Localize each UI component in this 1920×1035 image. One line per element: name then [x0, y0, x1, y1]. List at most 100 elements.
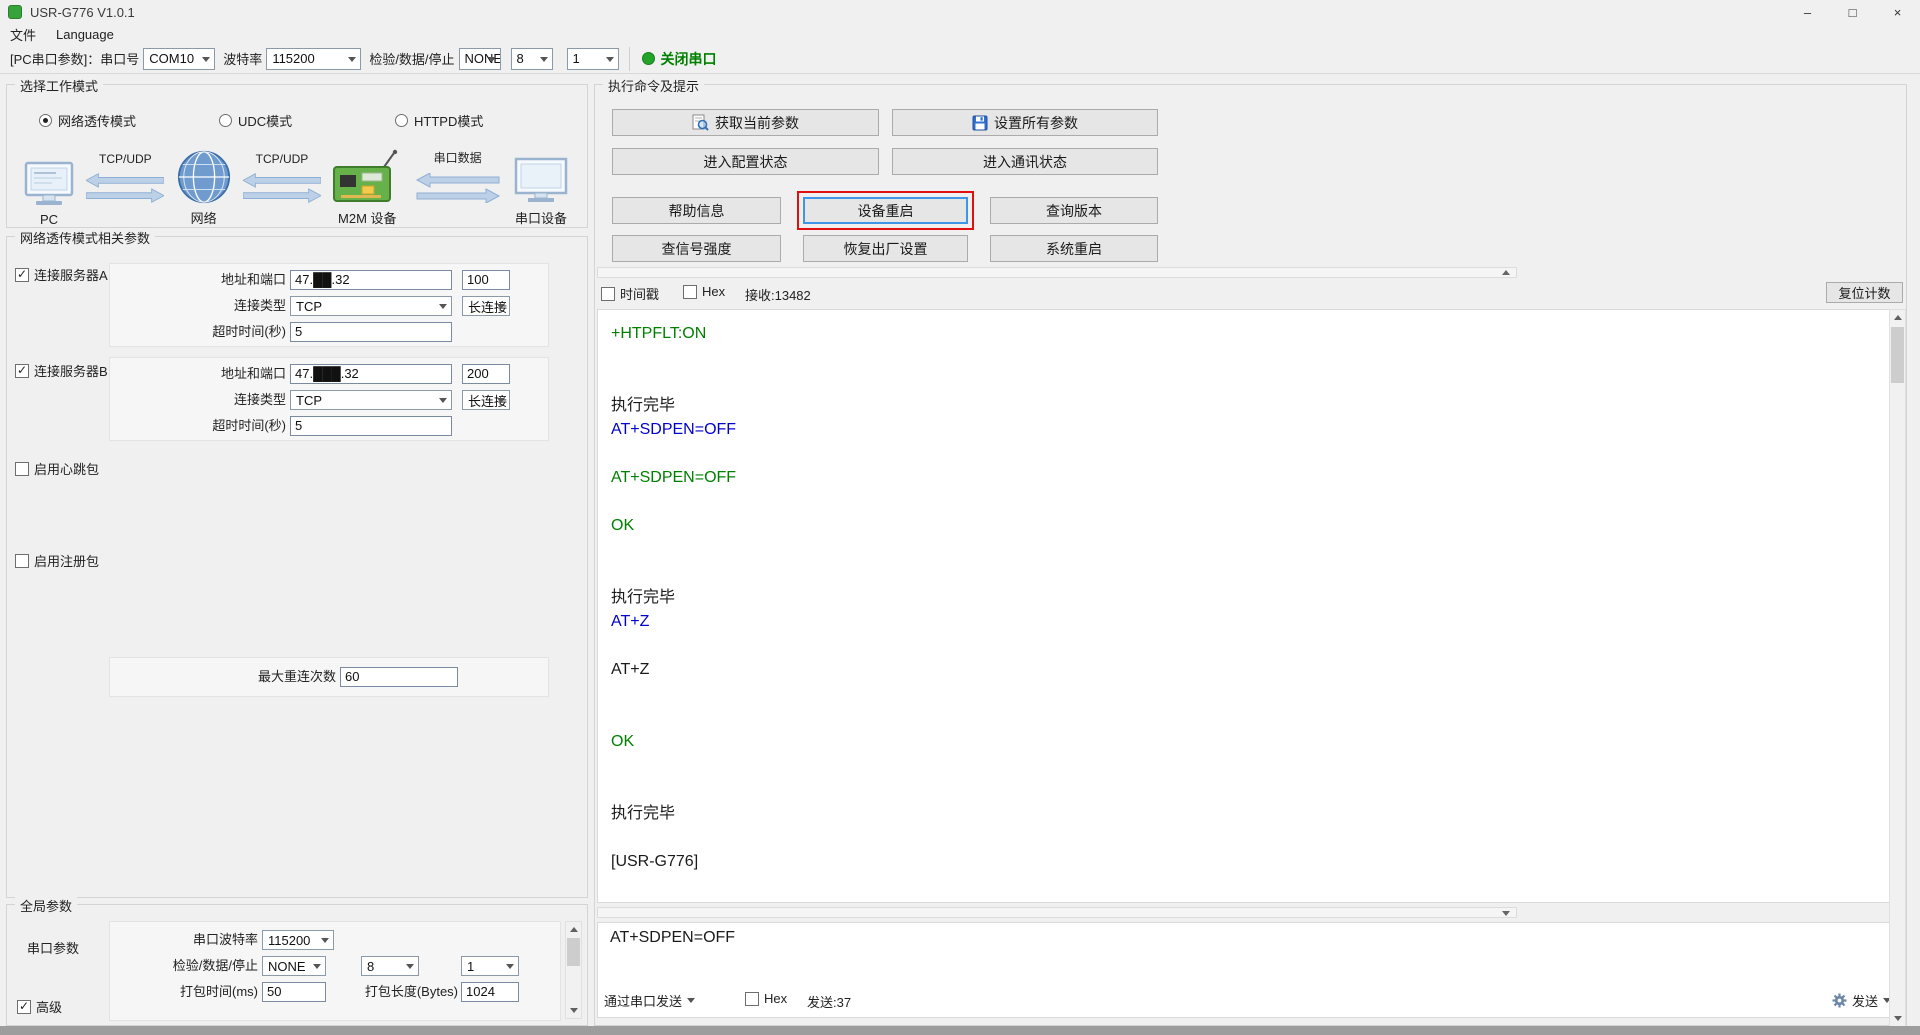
factory-reset-button[interactable]: 恢复出厂设置: [803, 235, 968, 262]
max-reconnect-input[interactable]: 60: [340, 667, 458, 687]
advanced-checkbox[interactable]: 高级: [17, 997, 62, 1016]
server-b-timeout-input[interactable]: 5: [290, 416, 452, 436]
log-area[interactable]: +HTPFLT:ON 执行完毕AT+SDPEN=OFF AT+SDPEN=OFF…: [597, 309, 1893, 903]
close-serial-button[interactable]: 关闭串口: [661, 49, 717, 69]
global-params-scrollbar[interactable]: [565, 921, 582, 1019]
parity-select[interactable]: NONE: [459, 48, 501, 70]
sent-count: 发送:37: [807, 992, 851, 1011]
toolbar-separator: [629, 47, 630, 71]
server-a-port-input[interactable]: 100: [462, 270, 510, 290]
chevron-down-icon: [348, 57, 356, 62]
help-info-button[interactable]: 帮助信息: [612, 197, 781, 224]
server-b-port-input[interactable]: 200: [462, 364, 510, 384]
register-pack-checkbox[interactable]: 启用注册包: [15, 551, 99, 570]
pack-time-input[interactable]: 50: [262, 982, 326, 1002]
max-reconnect-panel: 最大重连次数 60: [109, 657, 549, 697]
button-label: 查信号强度: [662, 239, 732, 259]
chevron-down-icon: [439, 304, 447, 309]
send-hex-checkbox[interactable]: Hex: [745, 991, 787, 1006]
chevron-down-icon: [202, 57, 210, 62]
checkbox-label: 启用注册包: [34, 551, 99, 570]
diagram-node-label: 串口设备: [515, 208, 567, 227]
button-label: 进入通讯状态: [983, 152, 1067, 172]
collapse-down-icon[interactable]: [1502, 911, 1510, 916]
log-line: [611, 370, 1892, 394]
menu-language[interactable]: Language: [56, 27, 114, 42]
serial-baud-select[interactable]: 115200: [262, 930, 334, 950]
chevron-down-icon: [497, 304, 505, 309]
pack-len-input[interactable]: 1024: [461, 982, 519, 1002]
scroll-down-icon[interactable]: [566, 1003, 581, 1018]
log-line: AT+SDPEN=OFF: [611, 466, 1892, 490]
get-params-button[interactable]: 获取当前参数: [612, 109, 879, 136]
device-restart-button[interactable]: 设备重启: [803, 197, 968, 224]
close-button[interactable]: ×: [1875, 0, 1920, 24]
query-version-button[interactable]: 查询版本: [990, 197, 1158, 224]
serial-stop-bits-select[interactable]: 1: [461, 956, 519, 976]
enter-comm-button[interactable]: 进入通讯状态: [892, 148, 1158, 175]
log-hscrollbar-bottom[interactable]: [597, 907, 1517, 918]
checkbox-label: 启用心跳包: [34, 459, 99, 478]
server-a-conn-mode-select[interactable]: 长连接: [462, 296, 510, 316]
log-line: OK: [611, 514, 1892, 538]
menu-file[interactable]: 文件: [10, 25, 36, 44]
diagram-node-pc: PC: [23, 161, 75, 227]
collapse-up-icon[interactable]: [1502, 270, 1510, 275]
server-a-address-input[interactable]: 47.██.32: [290, 270, 452, 290]
log-hscrollbar-top[interactable]: [597, 267, 1517, 278]
log-vscrollbar[interactable]: [1889, 309, 1906, 1027]
maximize-button[interactable]: □: [1830, 0, 1875, 24]
com-port-value: COM10: [149, 51, 194, 66]
radio-udc-mode[interactable]: UDC模式: [219, 111, 292, 130]
send-via-serial-dropdown[interactable]: 通过串口发送: [604, 989, 695, 1011]
scroll-up-icon[interactable]: [566, 922, 581, 937]
scroll-up-icon[interactable]: [1890, 310, 1905, 325]
reset-count-button[interactable]: 复位计数: [1826, 282, 1903, 303]
log-line: AT+SDPEN=OFF: [611, 418, 1892, 442]
log-line: [611, 682, 1892, 706]
scrollbar-thumb[interactable]: [1891, 327, 1904, 383]
stop-bits-select[interactable]: 1: [567, 48, 619, 70]
com-port-select[interactable]: COM10: [143, 48, 215, 70]
timestamp-checkbox[interactable]: 时间戳: [601, 284, 659, 303]
send-input[interactable]: AT+SDPEN=OFF: [597, 922, 1893, 1018]
checkbox-box-icon: [15, 268, 29, 282]
radio-net-transparent-mode[interactable]: 网络透传模式: [39, 111, 136, 130]
save-disk-icon: [972, 115, 988, 131]
menubar: 文件 Language: [0, 24, 1920, 44]
log-line: [611, 706, 1892, 730]
data-bits-value: 8: [517, 51, 524, 66]
serial-data-bits-select[interactable]: 8: [361, 956, 419, 976]
server-a-timeout-input[interactable]: 5: [290, 322, 452, 342]
scrollbar-thumb[interactable]: [567, 938, 580, 966]
baud-select[interactable]: 115200: [266, 48, 361, 70]
serial-parity-select[interactable]: NONE: [262, 956, 326, 976]
server-b-address-input[interactable]: 47.███.32: [290, 364, 452, 384]
set-params-button[interactable]: 设置所有参数: [892, 109, 1158, 136]
server-a-checkbox[interactable]: 连接服务器A: [15, 265, 108, 284]
diagram-link-2: TCP/UDP: [243, 152, 321, 227]
diagram-link-label: 串口数据: [434, 149, 482, 166]
server-b-conn-mode-select[interactable]: 长连接: [462, 390, 510, 410]
server-b-conn-type-select[interactable]: TCP: [290, 390, 452, 410]
query-signal-button[interactable]: 查信号强度: [612, 235, 781, 262]
log-hex-checkbox[interactable]: Hex: [683, 284, 725, 299]
log-line: [USR-G776]: [611, 850, 1892, 874]
server-a-panel: 地址和端口 47.██.32 100 连接类型 TCP 长连接 超时时间(秒) …: [109, 263, 549, 347]
bidirectional-arrow-icon: [86, 173, 164, 203]
enter-config-button[interactable]: 进入配置状态: [612, 148, 879, 175]
recv-count: 接收:13482: [745, 285, 811, 304]
heartbeat-checkbox[interactable]: 启用心跳包: [15, 459, 99, 478]
radio-httpd-mode[interactable]: HTTPD模式: [395, 111, 483, 130]
checkbox-label: 连接服务器A: [34, 265, 108, 284]
parity-label: 检验/数据/停止: [369, 49, 454, 68]
scroll-down-icon[interactable]: [1890, 1011, 1905, 1026]
send-button[interactable]: 发送: [1832, 989, 1891, 1011]
server-b-checkbox[interactable]: 连接服务器B: [15, 361, 108, 380]
system-restart-button[interactable]: 系统重启: [990, 235, 1158, 262]
data-bits-select[interactable]: 8: [511, 48, 553, 70]
server-a-conn-type-select[interactable]: TCP: [290, 296, 452, 316]
serial-parity-label: 检验/数据/停止: [114, 956, 258, 976]
stop-bits-value: 1: [573, 51, 580, 66]
minimize-button[interactable]: –: [1785, 0, 1830, 24]
